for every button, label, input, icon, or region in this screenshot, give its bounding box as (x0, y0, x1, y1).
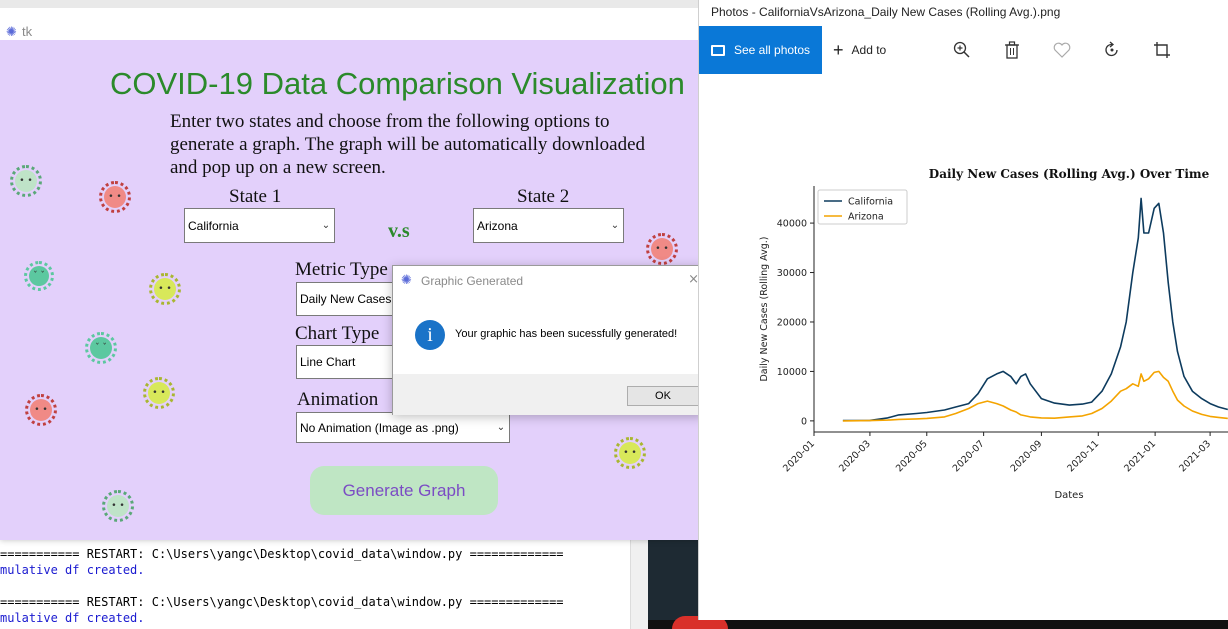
photos-window-title: Photos - CaliforniaVsArizona_Daily New C… (711, 5, 1061, 19)
y-tick-label: 0 (801, 416, 807, 427)
virus-icon: • • (614, 437, 646, 469)
info-icon: i (415, 320, 445, 350)
x-tick-label: 2020-09 (1009, 438, 1045, 474)
tk-feather-icon: ✺ (401, 273, 412, 288)
virus-icon: • • (99, 181, 131, 213)
python-shell[interactable]: =========== RESTART: C:\Users\yangc\Desk… (0, 540, 632, 629)
ok-button[interactable]: OK (627, 386, 699, 406)
tk-titlebar[interactable]: ✺ tk (0, 8, 700, 40)
state1-label: State 1 (229, 186, 282, 207)
zoom-in-icon[interactable] (951, 39, 973, 61)
x-tick-label: 2020-05 (894, 438, 930, 474)
virus-icon: ˇ ˇ (24, 261, 54, 291)
x-tick-label: 2021-01 (1122, 438, 1158, 474)
shell-line: =========== RESTART: C:\Users\yangc\Desk… (0, 547, 564, 561)
chart-title: Daily New Cases (Rolling Avg.) Over Time (929, 167, 1210, 181)
shell-line: =========== RESTART: C:\Users\yangc\Desk… (0, 595, 564, 609)
graphic-generated-dialog: ✺ Graphic Generated × i Your graphic has… (392, 265, 704, 415)
virus-icon: • • (25, 394, 57, 426)
y-tick-label: 30000 (777, 268, 807, 279)
see-all-photos-button[interactable]: See all photos (699, 26, 822, 74)
photos-app-window: Photos - CaliforniaVsArizona_Daily New C… (698, 0, 1228, 620)
virus-icon: • • (10, 165, 42, 197)
dialog-title: Graphic Generated (421, 274, 524, 288)
photos-toolbar: See all photos + Add to (699, 26, 1228, 74)
state1-select[interactable]: California ⌄ (184, 208, 335, 243)
chart-type-select[interactable]: Line Chart (296, 345, 406, 379)
photos-titlebar[interactable]: Photos - CaliforniaVsArizona_Daily New C… (699, 0, 1228, 26)
generate-graph-button[interactable]: Generate Graph (310, 466, 498, 515)
virus-icon: • • (149, 273, 181, 305)
series-line-california (842, 197, 1228, 422)
add-to-label: Add to (851, 43, 887, 57)
metric-type-value: Daily New Cases ( (300, 292, 399, 306)
y-tick-label: 10000 (777, 367, 807, 378)
instructions-text: Enter two states and choose from the fol… (170, 111, 645, 178)
taskbar (648, 620, 1228, 629)
app-heading: COVID-19 Data Comparison Visualization (110, 66, 685, 101)
favorite-icon[interactable] (1051, 39, 1073, 61)
animation-label: Animation (297, 389, 379, 410)
dialog-titlebar[interactable]: ✺ Graphic Generated × (393, 266, 703, 296)
virus-icon: • • (143, 377, 175, 409)
photo-icon (711, 44, 725, 56)
y-tick-label: 40000 (777, 219, 807, 230)
plus-icon: + (833, 39, 844, 60)
see-all-photos-label: See all photos (734, 43, 811, 57)
chart-type-label: Chart Type (295, 323, 380, 344)
dialog-message: Your graphic has been sucessfully genera… (455, 328, 678, 340)
x-tick-label: 2020-01 (781, 438, 817, 474)
state2-label: State 2 (517, 186, 570, 207)
state2-value: Arizona (477, 218, 518, 233)
state2-select[interactable]: Arizona ⌄ (473, 208, 624, 243)
x-axis-label: Dates (1054, 490, 1083, 501)
state1-value: California (188, 218, 239, 233)
shell-line: mulative df created. (0, 563, 145, 577)
legend-label: Arizona (848, 212, 884, 223)
animation-select[interactable]: No Animation (Image as .png) ⌄ (296, 412, 510, 443)
virus-icon: ˇ ˇ (85, 332, 117, 364)
chart-type-value: Line Chart (300, 355, 356, 369)
vs-label: v.s (388, 220, 410, 242)
x-tick-label: 2020-11 (1065, 438, 1101, 474)
shell-line: mulative df created. (0, 611, 145, 625)
y-tick-label: 20000 (777, 317, 807, 328)
tk-window-title: tk (22, 24, 33, 39)
add-to-button[interactable]: + Add to (833, 26, 886, 74)
chevron-down-icon[interactable]: ⌄ (493, 422, 509, 433)
x-tick-label: 2020-07 (951, 438, 987, 474)
x-tick-label: 2020-03 (837, 438, 873, 474)
virus-icon: • • (646, 233, 678, 265)
metric-type-label: Metric Type (295, 259, 388, 280)
crop-icon[interactable] (1151, 39, 1173, 61)
series-line-arizona (842, 370, 1228, 422)
rotate-icon[interactable] (1101, 39, 1123, 61)
tk-feather-icon: ✺ (6, 25, 17, 40)
line-chart: Daily New Cases (Rolling Avg.) Over Time… (759, 167, 1228, 501)
animation-value: No Animation (Image as .png) (300, 420, 459, 435)
legend-label: California (848, 197, 893, 208)
shell-scrollbar[interactable] (630, 540, 648, 629)
window-edge (0, 0, 700, 8)
chevron-down-icon[interactable]: ⌄ (607, 220, 623, 231)
virus-icon: • • (102, 490, 134, 522)
metric-type-select[interactable]: Daily New Cases ( (296, 282, 406, 316)
x-tick-label: 2021-03 (1177, 438, 1213, 474)
y-axis-label: Daily New Cases (Rolling Avg.) (759, 236, 770, 381)
chevron-down-icon[interactable]: ⌄ (318, 220, 334, 231)
delete-icon[interactable] (1001, 39, 1023, 61)
